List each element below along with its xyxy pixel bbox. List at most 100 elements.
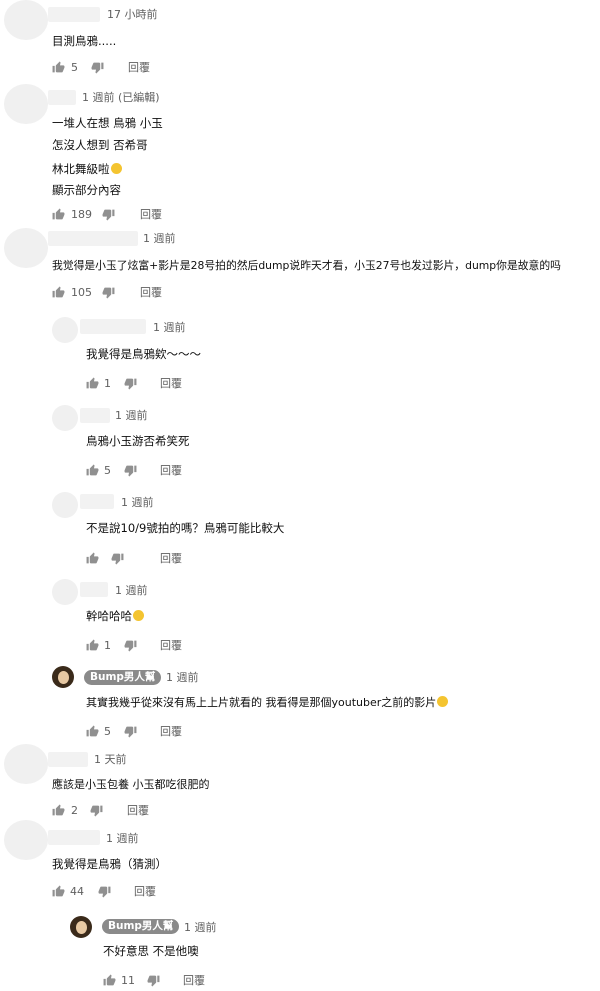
emoji-icon: [110, 163, 122, 174]
comment-text: 不是說10/9號拍的嗎？鳥鴉可能比較大: [86, 521, 285, 535]
thumb-up-icon[interactable]: [52, 61, 65, 74]
comment-text: 目測鳥鴉.....: [52, 34, 117, 48]
thumb-down-icon[interactable]: [124, 377, 137, 390]
comment-time[interactable]: 1 週前: [143, 232, 176, 246]
reply-button[interactable]: 回覆: [128, 60, 150, 76]
author-name[interactable]: [48, 830, 100, 845]
author-name[interactable]: [48, 752, 88, 767]
avatar[interactable]: [52, 579, 78, 605]
author-name[interactable]: [80, 582, 108, 597]
thumb-up-icon[interactable]: [86, 725, 99, 738]
comment-text: 不好意思 不是他噢: [103, 944, 199, 958]
reply-button[interactable]: 回覆: [160, 376, 182, 392]
reply-button[interactable]: 回覆: [160, 638, 182, 654]
comment-text: 林北舞級啦: [52, 161, 122, 177]
like-count: 189: [71, 208, 92, 221]
like-count: 105: [71, 286, 92, 299]
reply-button[interactable]: 回覆: [160, 551, 182, 567]
emoji-icon: [437, 696, 449, 707]
reply-button[interactable]: 回覆: [140, 207, 162, 223]
action-bar: 1 回覆: [86, 638, 196, 654]
like-count: 2: [71, 804, 78, 817]
author-name[interactable]: [80, 408, 110, 423]
comment-text: 鳥鴉小玉游否希笑死: [86, 434, 190, 448]
comment-time[interactable]: 1 週前: [115, 584, 148, 598]
thumb-up-icon[interactable]: [86, 552, 99, 565]
thumb-down-icon[interactable]: [102, 208, 115, 221]
thumb-up-icon[interactable]: [52, 885, 65, 898]
thumb-down-icon[interactable]: [90, 804, 103, 817]
thumb-down-icon[interactable]: [98, 885, 111, 898]
thumb-up-icon[interactable]: [103, 974, 116, 987]
comment-text: 我覺得是鳥鴉欸～～～: [86, 347, 201, 361]
action-bar: 189 回覆: [52, 207, 192, 223]
thumb-down-icon[interactable]: [102, 286, 115, 299]
action-bar: 11 回覆: [103, 973, 223, 989]
show-more-link[interactable]: 顯示部分內容: [52, 182, 121, 198]
author-name[interactable]: [80, 319, 146, 334]
reply-button[interactable]: 回覆: [134, 884, 156, 900]
comment-text: 怎沒人想到 否希哥: [52, 138, 148, 152]
comment-time[interactable]: 1 週前: [121, 496, 154, 510]
avatar[interactable]: [52, 492, 78, 518]
thumb-up-icon[interactable]: [52, 208, 65, 221]
reply-button[interactable]: 回覆: [160, 463, 182, 479]
avatar[interactable]: [52, 405, 78, 431]
comment-time[interactable]: 17 小時前: [107, 8, 158, 22]
thumb-down-icon[interactable]: [124, 725, 137, 738]
comment-time[interactable]: 1 週前: [153, 321, 186, 335]
comment-text: 其實我幾乎從來沒有馬上上片就看的 我看得是那個youtuber之前的影片: [86, 695, 449, 711]
thumb-up-icon[interactable]: [52, 286, 65, 299]
avatar[interactable]: [4, 84, 48, 124]
action-bar: 2 回覆: [52, 803, 192, 819]
thumb-down-icon[interactable]: [91, 61, 104, 74]
comment-time[interactable]: 1 週前 (已編輯): [82, 91, 160, 105]
comment-text: 我觉得是小玉了炫富+影片是28号拍的然后dump说昨天才看，小玉27号也发过影片…: [52, 259, 561, 272]
like-count: 11: [121, 974, 135, 987]
like-count: 5: [104, 725, 111, 738]
thumb-up-icon[interactable]: [86, 639, 99, 652]
avatar[interactable]: [4, 820, 48, 860]
author-name[interactable]: [80, 494, 114, 509]
author-name[interactable]: [48, 7, 100, 22]
comment-time[interactable]: 1 週前: [115, 409, 148, 423]
reply-button[interactable]: 回覆: [183, 973, 205, 989]
action-bar: 105 回覆: [52, 285, 192, 301]
reply-button[interactable]: 回覆: [160, 724, 182, 740]
like-count: 44: [70, 885, 84, 898]
action-bar: 5 回覆: [52, 60, 192, 76]
comment-time[interactable]: 1 天前: [94, 753, 127, 767]
comment-text: 應該是小玉包養 小玉都吃很肥的: [52, 778, 210, 791]
comment-time[interactable]: 1 週前: [106, 832, 139, 846]
action-bar: 5 回覆: [86, 463, 196, 479]
thumb-up-icon[interactable]: [86, 377, 99, 390]
like-count: 5: [104, 464, 111, 477]
reply-button[interactable]: 回覆: [127, 803, 149, 819]
author-name[interactable]: [48, 90, 76, 105]
avatar[interactable]: [4, 744, 48, 784]
comment-time[interactable]: 1 週前: [184, 921, 217, 935]
creator-badge[interactable]: Bump男人幫: [84, 670, 162, 685]
thumb-down-icon[interactable]: [111, 552, 124, 565]
comment-time[interactable]: 1 週前: [166, 671, 199, 685]
creator-badge[interactable]: Bump男人幫: [102, 919, 180, 934]
like-count: 1: [104, 377, 111, 390]
thumb-down-icon[interactable]: [147, 974, 160, 987]
avatar[interactable]: [52, 666, 74, 688]
action-bar: 1 回覆: [86, 376, 196, 392]
thumb-up-icon[interactable]: [52, 804, 65, 817]
emoji-icon: [133, 610, 144, 621]
avatar[interactable]: [52, 317, 78, 343]
avatar[interactable]: [70, 916, 92, 938]
action-bar: 5 回覆: [86, 724, 196, 740]
comment-text: 一堆人在想 鳥鴉 小玉: [52, 116, 163, 130]
thumb-down-icon[interactable]: [124, 639, 137, 652]
action-bar: 44 回覆: [52, 884, 192, 900]
author-name[interactable]: [48, 231, 138, 246]
reply-button[interactable]: 回覆: [140, 285, 162, 301]
avatar[interactable]: [4, 0, 48, 40]
thumb-up-icon[interactable]: [86, 464, 99, 477]
comment-text: 幹哈哈哈: [86, 608, 144, 624]
thumb-down-icon[interactable]: [124, 464, 137, 477]
avatar[interactable]: [4, 228, 48, 268]
